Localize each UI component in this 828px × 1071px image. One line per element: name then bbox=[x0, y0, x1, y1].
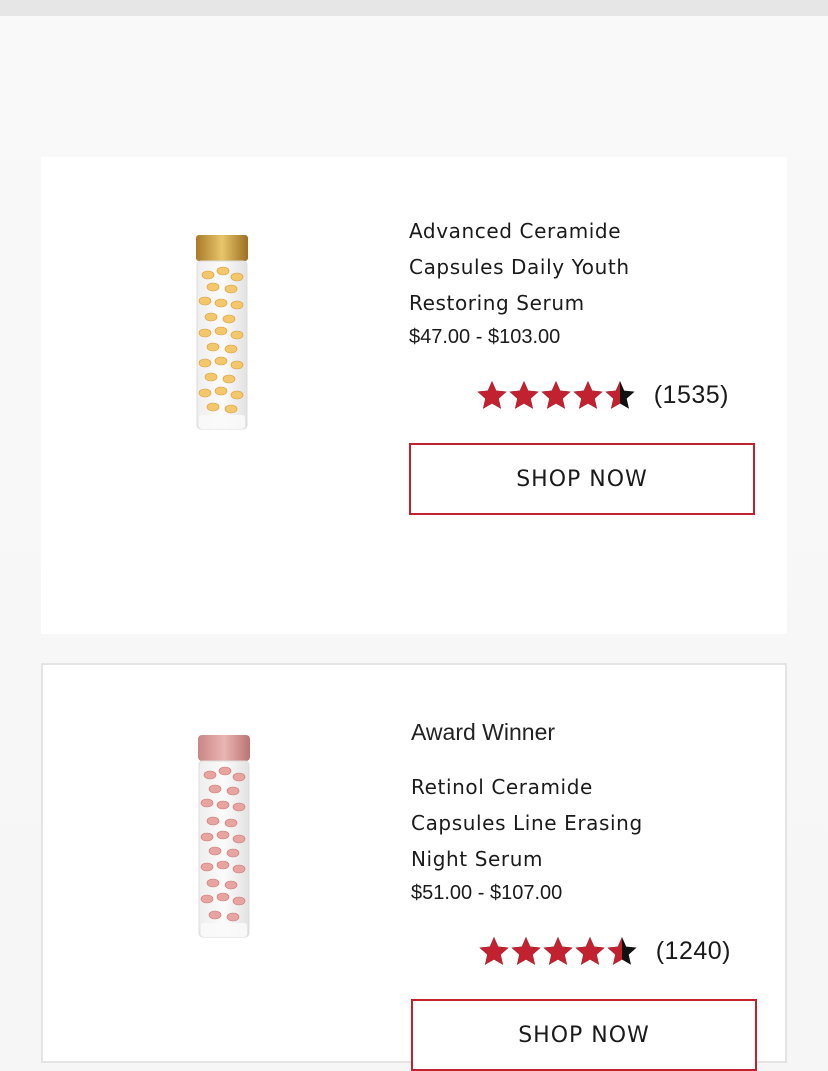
star-icon bbox=[607, 937, 637, 965]
product-info: Advanced Ceramide Capsules Daily Youth R… bbox=[409, 213, 755, 515]
rating-row[interactable]: (1535) bbox=[409, 377, 755, 413]
product-title-line: Night Serum bbox=[411, 847, 544, 871]
star-icon bbox=[543, 937, 573, 965]
shop-now-button[interactable]: SHOP NOW bbox=[411, 999, 757, 1071]
product-title-line: Advanced Ceramide bbox=[409, 219, 622, 243]
star-icon bbox=[509, 381, 539, 409]
review-count[interactable]: (1535) bbox=[654, 381, 729, 410]
star-icon bbox=[541, 381, 571, 409]
product-title[interactable]: Advanced Ceramide Capsules Daily Youth R… bbox=[409, 213, 755, 321]
star-rating bbox=[478, 935, 638, 967]
award-badge: Award Winner bbox=[411, 719, 556, 745]
top-bar bbox=[0, 0, 828, 16]
product-title-line: Retinol Ceramide bbox=[411, 775, 593, 799]
product-info: Award Winner Retinol Ceramide Capsules L… bbox=[411, 717, 757, 1071]
pink-capsule-bottle-icon[interactable] bbox=[193, 731, 253, 961]
star-rating bbox=[476, 379, 636, 411]
star-icon bbox=[511, 937, 541, 965]
star-icon bbox=[605, 381, 635, 409]
product-price: $47.00 - $103.00 bbox=[409, 326, 561, 348]
star-icon bbox=[479, 937, 509, 965]
review-count[interactable]: (1240) bbox=[656, 937, 731, 966]
product-price: $51.00 - $107.00 bbox=[411, 882, 563, 904]
product-title-line: Restoring Serum bbox=[409, 291, 585, 315]
gold-capsule-bottle-icon[interactable] bbox=[191, 223, 251, 453]
product-title[interactable]: Retinol Ceramide Capsules Line Erasing N… bbox=[411, 769, 757, 877]
product-title-line: Capsules Line Erasing bbox=[411, 811, 643, 835]
product-title-line: Capsules Daily Youth bbox=[409, 255, 630, 279]
star-icon bbox=[573, 381, 603, 409]
star-icon bbox=[477, 381, 507, 409]
shop-now-button[interactable]: SHOP NOW bbox=[409, 443, 755, 515]
product-card: Advanced Ceramide Capsules Daily Youth R… bbox=[41, 157, 787, 634]
star-icon bbox=[575, 937, 605, 965]
rating-row[interactable]: (1240) bbox=[411, 933, 757, 969]
product-card: Award Winner Retinol Ceramide Capsules L… bbox=[41, 663, 787, 1071]
